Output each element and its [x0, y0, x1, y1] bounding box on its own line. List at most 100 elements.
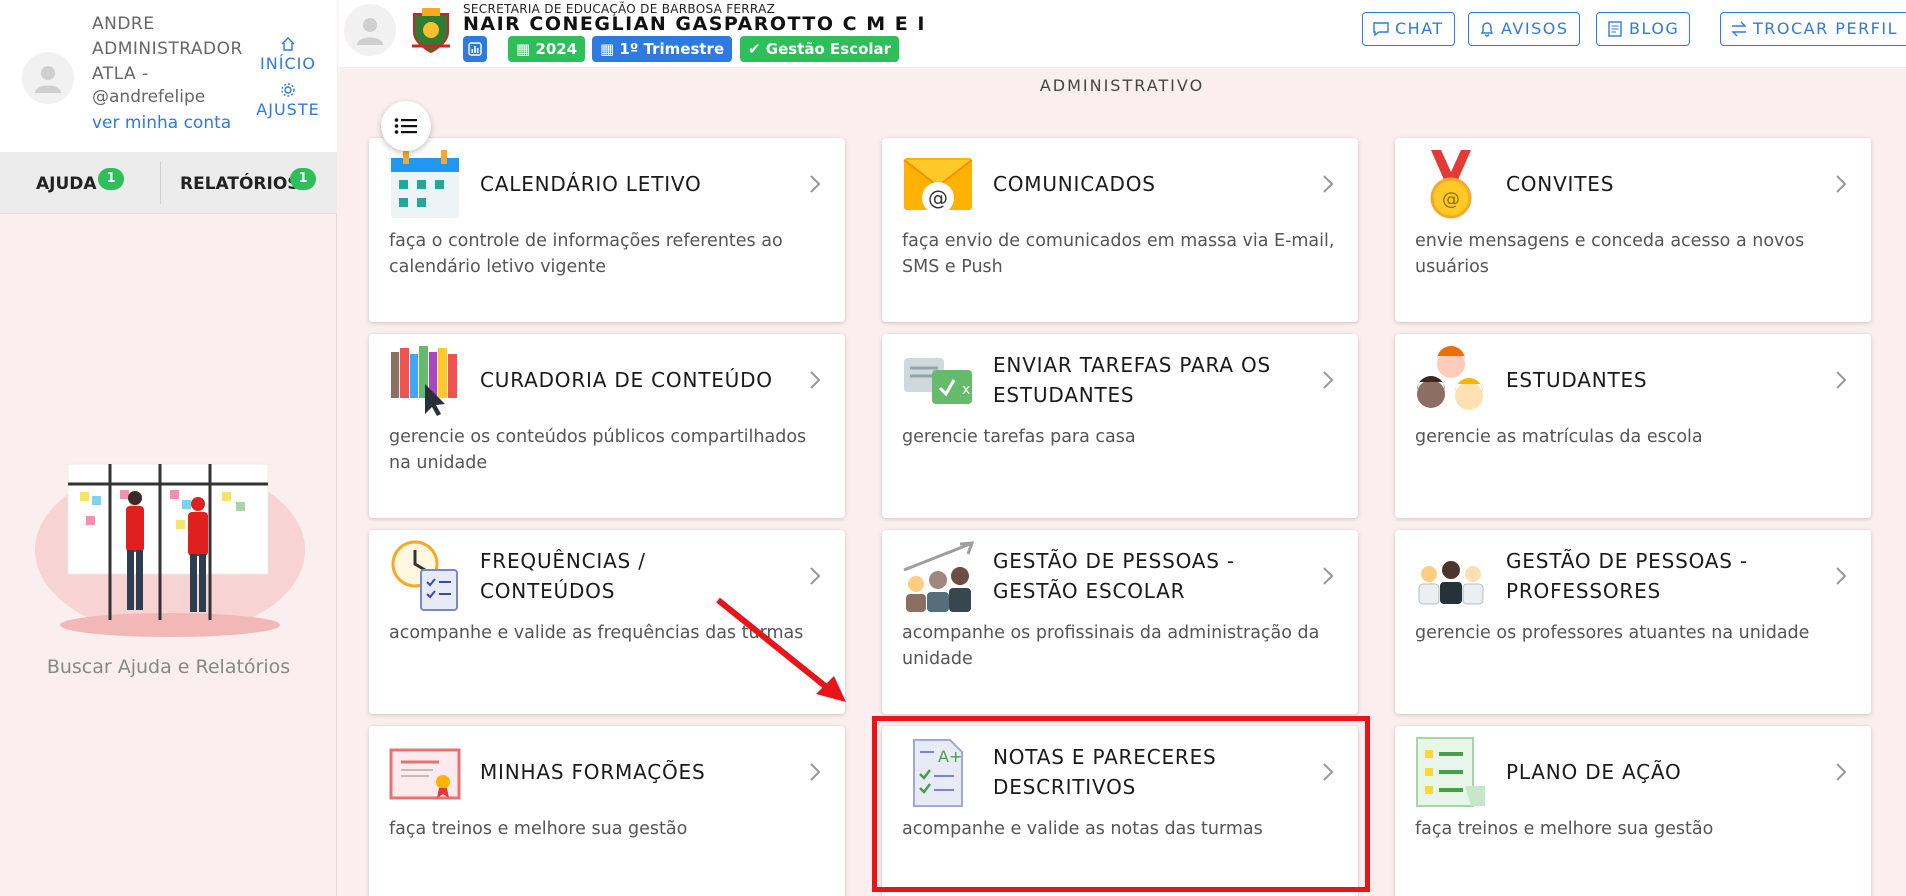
user-panel: ANDRE ADMINISTRADOR ATLA - @andrefelipe … — [0, 0, 337, 152]
chevron-right-icon — [1323, 763, 1334, 781]
card-notas-pareceres[interactable]: A+ NOTAS E PARECERES DESCRITIVOS acompan… — [882, 726, 1358, 896]
avisos-label: AVISOS — [1501, 19, 1569, 38]
svg-text:A+: A+ — [938, 747, 962, 766]
ajuda-count-badge: 1 — [98, 168, 124, 190]
avatar[interactable] — [22, 52, 74, 104]
sidebar-tabs: AJUDA 1 RELATÓRIOS 1 — [0, 152, 337, 214]
chevron-right-icon — [810, 763, 821, 781]
card-description: acompanhe os profissinais da administraç… — [902, 623, 1320, 669]
tab-relatorios[interactable]: RELATÓRIOS 1 — [180, 168, 316, 194]
period-label: 1º Trimestre — [619, 40, 725, 58]
card-description: acompanhe e valide as notas das turmas — [902, 819, 1263, 839]
calendar-icon: ▦ — [600, 40, 620, 58]
user-name: ANDRE ADMINISTRADOR ATLA - — [92, 14, 243, 84]
list-menu-button[interactable] — [381, 101, 431, 151]
chat-icon — [1373, 22, 1389, 37]
top-header: SECRETARIA DE EDUCAÇÃO DE BARBOSA FERRAZ… — [338, 0, 1906, 68]
attendance-icon — [391, 540, 458, 611]
card-enviar-tarefas[interactable]: x ENVIAR TAREFAS PARA OS ESTUDANTES gere… — [882, 334, 1358, 518]
card-estudantes[interactable]: ESTUDANTES gerencie as matrículas da esc… — [1395, 334, 1871, 518]
year-label: 2024 — [535, 40, 578, 58]
card-title: FREQUÊNCIAS / CONTEÚDOS — [480, 549, 646, 603]
card-curadoria-de-conteudo[interactable]: CURADORIA DE CONTEÚDO gerencie os conteú… — [369, 334, 845, 518]
user-handle: @andrefelipe — [92, 87, 206, 107]
city-crest-icon — [412, 8, 450, 54]
chevron-right-icon — [1323, 567, 1334, 585]
home-label: INÍCIO — [260, 54, 316, 73]
settings-button[interactable]: AJUSTE — [248, 82, 328, 119]
card-title: COMUNICADOS — [993, 172, 1156, 196]
card-description: faça treinos e melhore sua gestão — [389, 819, 688, 839]
card-gestao-pessoas-gestao-escolar[interactable]: GESTÃO DE PESSOAS - GESTÃO ESCOLAR acomp… — [882, 530, 1358, 714]
year-chip[interactable]: ▦ 2024 — [508, 36, 586, 62]
period-chip[interactable]: ▦ 1º Trimestre — [592, 36, 733, 62]
section-title: ADMINISTRATIVO — [1039, 76, 1205, 95]
card-calendario-letivo[interactable]: CALENDÁRIO LETIVO faça o controle de inf… — [369, 138, 845, 322]
list-icon — [394, 118, 417, 134]
relatorios-count-badge: 1 — [290, 168, 316, 190]
user-icon — [357, 18, 383, 45]
card-description: gerencie os professores atuantes na unid… — [1415, 623, 1810, 643]
card-minhas-formacoes[interactable]: MINHAS FORMAÇÕES faça treinos e melhore … — [369, 726, 845, 896]
card-description: gerencie tarefas para casa — [902, 427, 1136, 447]
staff-growth-icon — [903, 541, 974, 612]
home-icon — [248, 36, 328, 54]
card-frequencias-conteudos[interactable]: FREQUÊNCIAS / CONTEÚDOS acompanhe e vali… — [369, 530, 845, 714]
account-link[interactable]: ver minha conta — [92, 113, 231, 133]
mode-chip[interactable]: ✔ Gestão Escolar — [740, 36, 900, 62]
stats-chip[interactable] — [463, 36, 487, 62]
card-title: NOTAS E PARECERES DESCRITIVOS — [993, 745, 1217, 799]
card-convites[interactable]: @ CONVITES envie mensagens e conceda ace… — [1395, 138, 1871, 322]
svg-text:@: @ — [928, 186, 948, 210]
blog-icon — [1608, 21, 1622, 37]
user-icon — [35, 66, 61, 93]
card-description: faça envio de comunicados em massa via E… — [902, 231, 1335, 277]
card-title: CALENDÁRIO LETIVO — [480, 172, 702, 196]
trocar-perfil-button[interactable]: TROCAR PERFIL — [1720, 12, 1906, 46]
card-plano-de-acao[interactable]: PLANO DE AÇÃO faça treinos e melhore sua… — [1395, 726, 1871, 896]
envelope-icon: @ — [903, 158, 973, 214]
tasks-icon: x — [904, 358, 972, 404]
tab-ajuda-label: AJUDA — [36, 174, 97, 194]
tab-divider — [160, 162, 161, 204]
chat-label: CHAT — [1395, 19, 1444, 38]
card-gestao-pessoas-professores[interactable]: GESTÃO DE PESSOAS - PROFESSORES gerencie… — [1395, 530, 1871, 714]
teachers-icon — [1418, 561, 1484, 605]
svg-text:x: x — [962, 382, 970, 398]
chevron-right-icon — [1836, 371, 1847, 389]
card-comunicados[interactable]: @ COMUNICADOS faça envio de comunicados … — [882, 138, 1358, 322]
blog-label: BLOG — [1629, 19, 1680, 38]
help-text: Buscar Ajuda e Relatórios — [46, 656, 291, 678]
tab-ajuda[interactable]: AJUDA 1 — [36, 168, 124, 194]
chevron-right-icon — [1836, 567, 1847, 585]
card-description: envie mensagens e conceda acesso a novos… — [1415, 231, 1805, 277]
card-description: faça treinos e melhore sua gestão — [1415, 819, 1714, 839]
card-title: CURADORIA DE CONTEÚDO — [480, 368, 773, 392]
chevron-right-icon — [1323, 175, 1334, 193]
calendar-icon — [391, 150, 459, 218]
mode-label: Gestão Escolar — [765, 40, 892, 58]
books-icon — [391, 346, 457, 416]
grades-icon: A+ — [913, 739, 963, 807]
sidebar: ANDRE ADMINISTRADOR ATLA - @andrefelipe … — [0, 0, 337, 896]
avisos-button[interactable]: AVISOS — [1468, 12, 1580, 46]
settings-label: AJUSTE — [256, 100, 320, 119]
certificate-icon — [389, 748, 461, 800]
chevron-right-icon — [1836, 175, 1847, 193]
card-description: faça o controle de informações referente… — [389, 231, 783, 277]
chat-button[interactable]: CHAT — [1362, 12, 1455, 46]
check-circle-icon: ✔ — [748, 40, 766, 58]
bar-chart-icon — [468, 42, 482, 56]
header-avatar[interactable] — [344, 4, 396, 56]
medal-icon: @ — [1430, 150, 1472, 219]
blog-button[interactable]: BLOG — [1596, 12, 1691, 46]
card-description: gerencie os conteúdos públicos compartil… — [389, 427, 807, 473]
gear-icon — [248, 82, 328, 100]
school-name: NAIR CONEGLIAN GASPAROTTO C M E I — [463, 13, 926, 35]
trocar-label: TROCAR PERFIL — [1753, 19, 1899, 38]
card-title: MINHAS FORMAÇÕES — [480, 760, 706, 784]
home-button[interactable]: INÍCIO — [248, 36, 328, 73]
swap-icon — [1731, 21, 1747, 37]
svg-text:@: @ — [1442, 189, 1460, 210]
chevron-right-icon — [810, 175, 821, 193]
